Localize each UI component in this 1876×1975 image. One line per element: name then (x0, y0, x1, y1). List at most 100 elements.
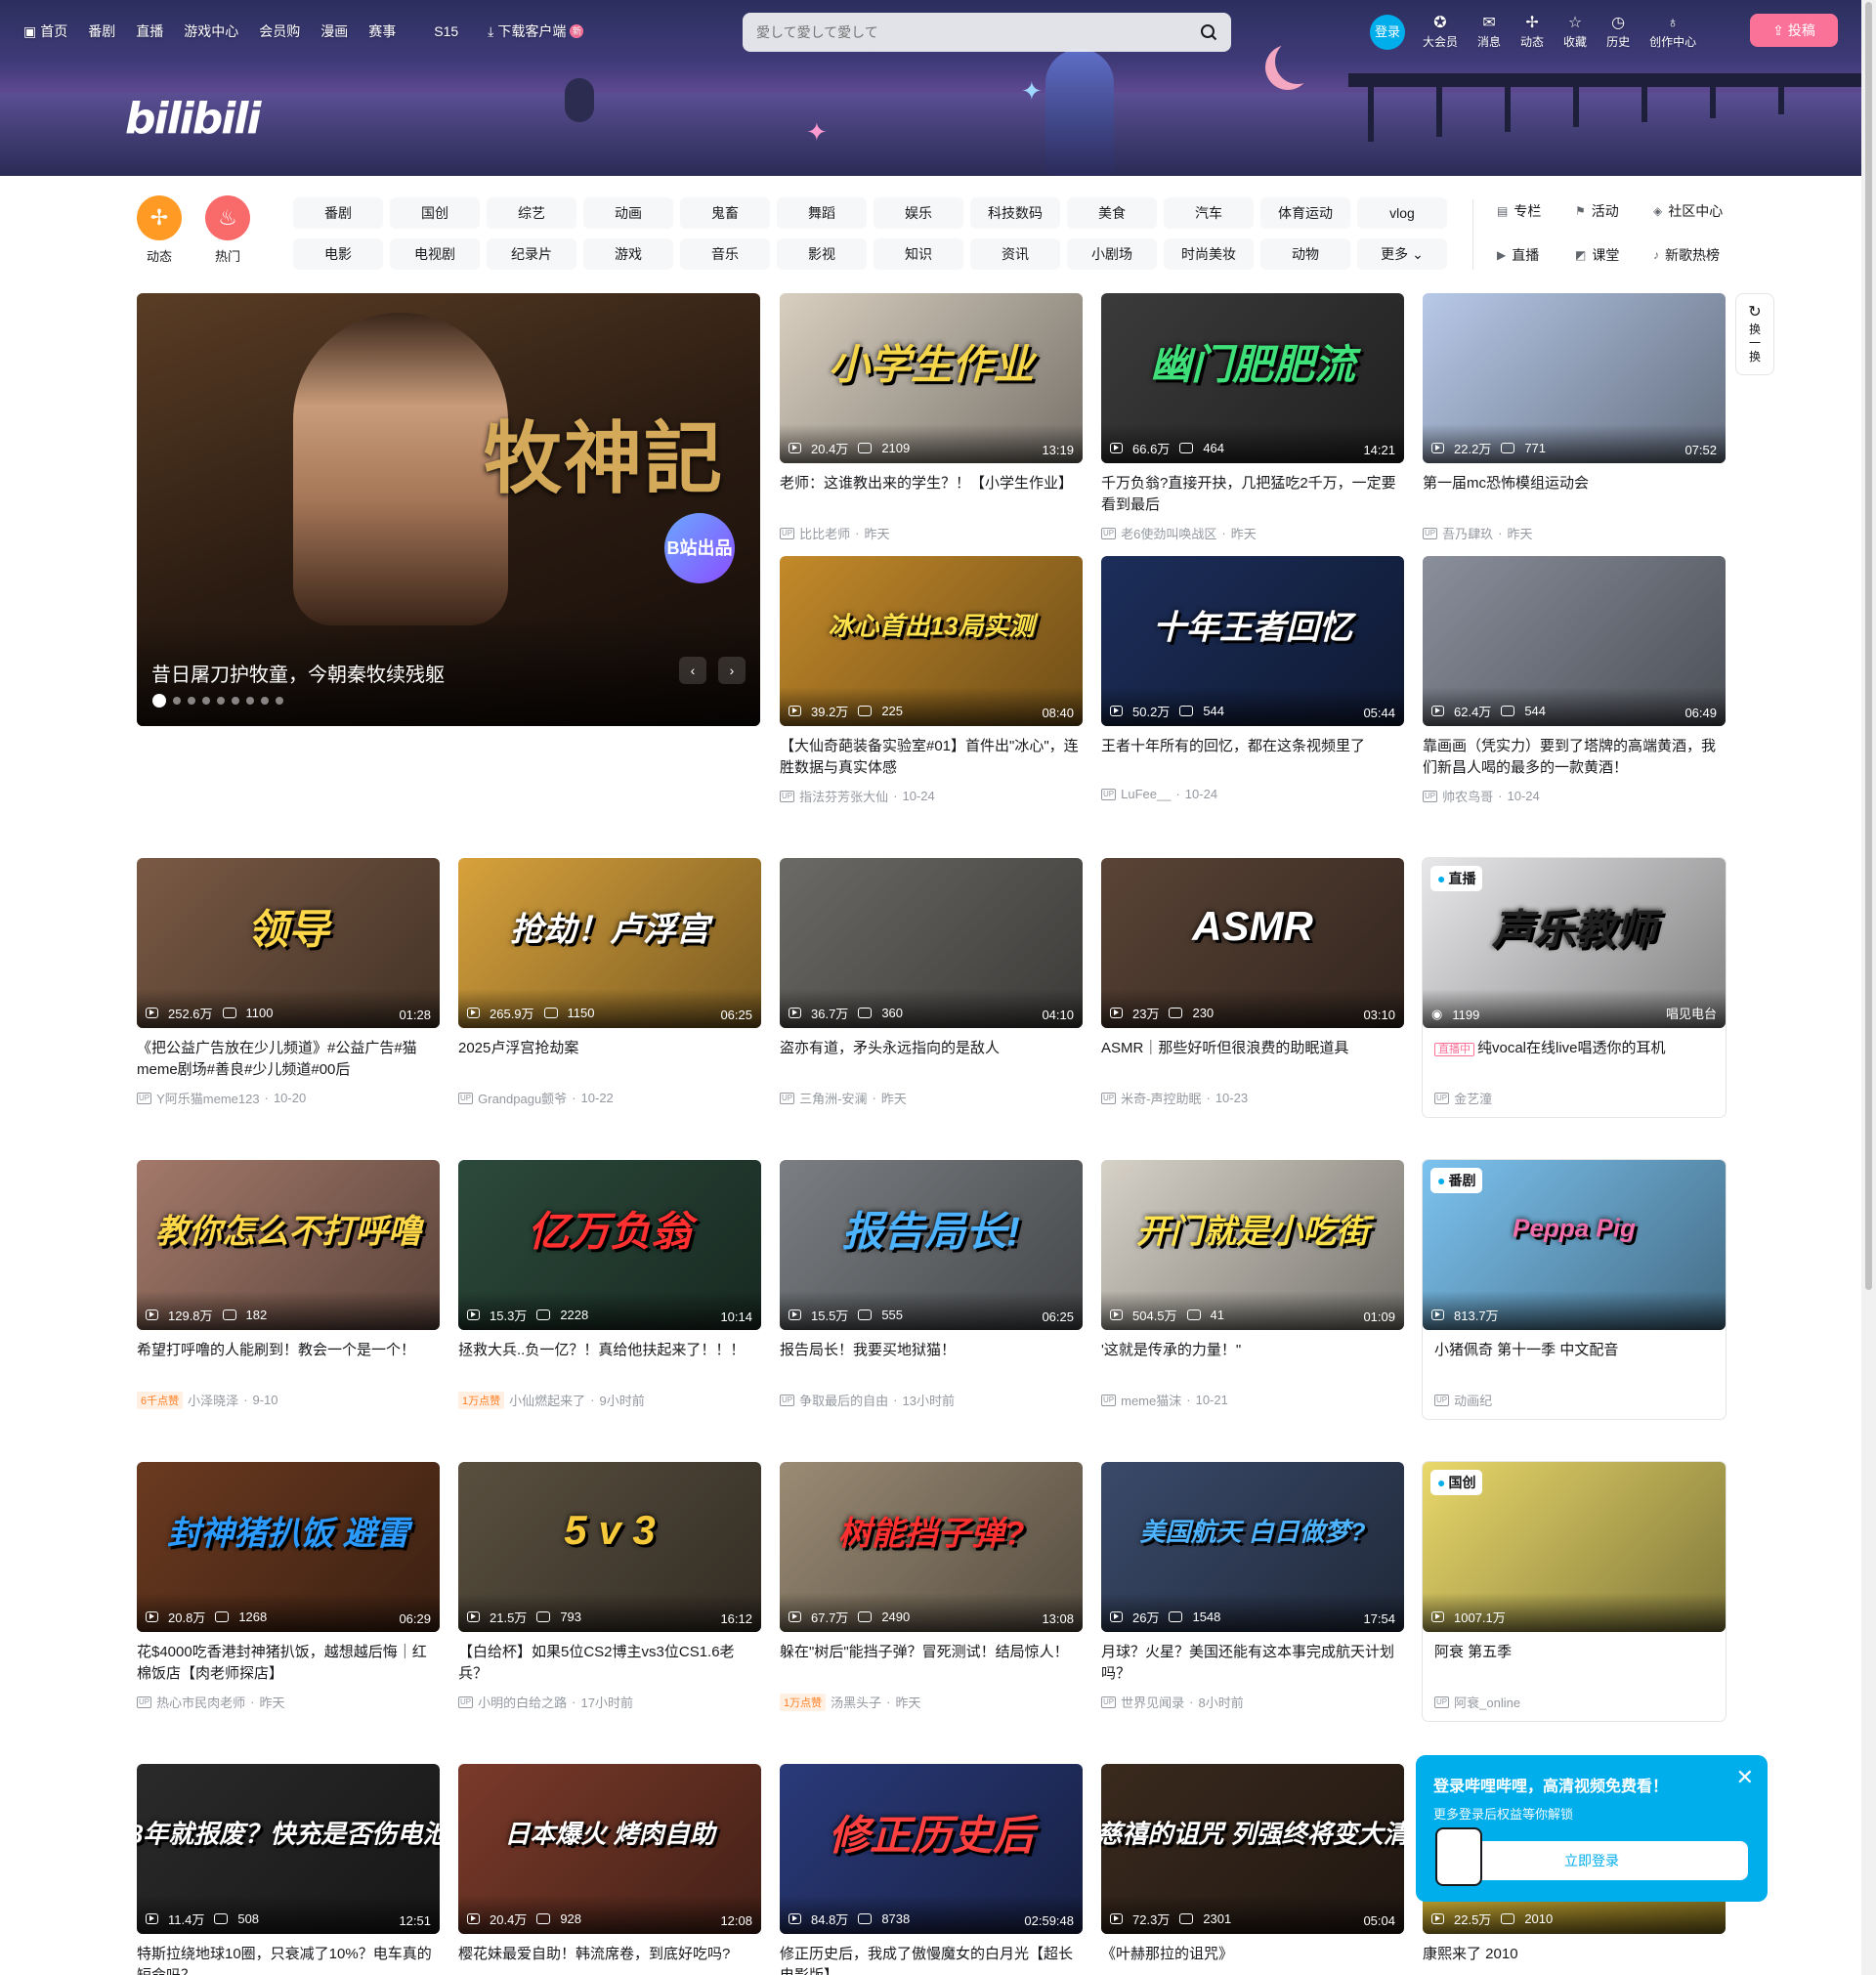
video-card[interactable]: 62.4万 544 06:49 靠画画（凭实力）要到了塔牌的高端黄酒，我们新昌人喝的最… (1423, 556, 1726, 805)
video-thumbnail[interactable]: 62.4万 544 06:49 (1423, 556, 1726, 726)
nav-match[interactable]: 赛事 (368, 21, 396, 41)
video-title[interactable]: 花$4000吃香港封神猪扒饭，越想越后悔｜红棉饭店【肉老师探店】 (137, 1642, 440, 1685)
nav-mall[interactable]: 会员购 (259, 21, 300, 41)
nav-game-center[interactable]: 游戏中心 (184, 21, 238, 41)
video-title[interactable]: 王者十年所有的回忆，都在这条视频里了 (1101, 736, 1404, 779)
hero-carousel[interactable]: 牧神記 B站出品 昔日屠刀护牧童，今朝秦牧续残躯 ‹ › (137, 293, 760, 726)
video-card[interactable]: 冰心首出13局实测 39.2万 225 08:40 【大仙奇葩装备实验室#01】首件出"… (780, 556, 1083, 805)
video-author[interactable]: 热心市民肉老师 (156, 1693, 245, 1711)
video-thumbnail[interactable]: 慈禧的诅咒 列强终将变大清 72.3万 2301 05:04 (1101, 1764, 1404, 1934)
video-thumbnail[interactable]: ● 国创 1007.1万 (1423, 1462, 1726, 1632)
bilibili-logo[interactable]: bilibili (125, 94, 261, 144)
video-card[interactable]: 教你怎么不打呼噜 129.8万 182 希望打呼噜的人能刷到！教会一个是一个！ 6千点赞… (137, 1160, 440, 1409)
video-title[interactable]: ASMR｜那些好听但很浪费的助眠道具 (1101, 1038, 1404, 1081)
video-thumbnail[interactable]: 报告局长! 15.5万 555 06:25 (780, 1160, 1083, 1330)
video-card[interactable]: ● 国创 1007.1万 阿衰 第五季 UP 阿衰_online (1423, 1462, 1726, 1721)
nav-history[interactable]: ◷ 历史 (1606, 14, 1630, 50)
nav-bangumi[interactable]: 番剧 (88, 21, 115, 41)
channel-chip[interactable]: 体育运动 (1260, 197, 1350, 229)
video-thumbnail[interactable]: 声乐教师 ● 直播 ◉ 1199 唱见电台 (1423, 858, 1726, 1028)
video-card[interactable]: 声乐教师 ● 直播 ◉ 1199 唱见电台 直播中 纯vocal在线live唱透你的耳机 UP 金… (1423, 858, 1726, 1117)
nav-manga[interactable]: 漫画 (320, 21, 348, 41)
video-title[interactable]: 小猪佩奇 第十一季 中文配音 (1434, 1340, 1726, 1383)
video-thumbnail[interactable]: 修正历史后 84.8万 8738 02:59:48 (780, 1764, 1083, 1934)
upload-button[interactable]: ⇪ 投稿 (1750, 14, 1838, 47)
video-card[interactable]: 36.7万 360 04:10 盗亦有道，矛头永远指向的是敌人 UP 三角洲-安澜 · 昨天 (780, 858, 1083, 1107)
login-now-button[interactable]: 立即登录 (1435, 1841, 1748, 1880)
video-card[interactable]: 开门就是小吃街 504.5万 41 01:09 '这就是传承的力量！" UP meme猫沫 ·… (1101, 1160, 1404, 1409)
channel-chip[interactable]: 资讯 (970, 238, 1060, 270)
carousel-dot[interactable] (246, 697, 254, 705)
search-input[interactable] (756, 24, 1167, 40)
video-author[interactable]: Grandpagu颤爷 (478, 1089, 567, 1107)
video-title[interactable]: 盗亦有道，矛头永远指向的是敌人 (780, 1038, 1083, 1081)
video-title[interactable]: 【大仙奇葩装备实验室#01】首件出"冰心"，连胜数据与真实体感 (780, 736, 1083, 779)
channel-chip[interactable]: 番剧 (293, 197, 383, 229)
search-icon[interactable] (1200, 23, 1217, 41)
channel-chip[interactable]: 影视 (777, 238, 867, 270)
channel-chip[interactable]: 汽车 (1164, 197, 1254, 229)
video-title[interactable]: 老师：这谁教出来的学生？！【小学生作业】 (780, 473, 1083, 516)
nav-live[interactable]: 直播 (136, 21, 163, 41)
channel-dynamic[interactable]: ✢ 动态 (137, 195, 182, 265)
video-author[interactable]: 指法芬芳张大仙 (799, 787, 888, 805)
video-thumbnail[interactable]: ASMR 23万 230 03:10 (1101, 858, 1404, 1028)
video-title[interactable]: 《叶赫那拉的诅咒》 (1101, 1944, 1404, 1975)
nav-message[interactable]: ✉ 消息 (1477, 14, 1501, 50)
video-thumbnail[interactable]: Peppa Pig ● 番剧 813.7万 (1423, 1160, 1726, 1330)
video-title[interactable]: 靠画画（凭实力）要到了塔牌的高端黄酒，我们新昌人喝的最多的一款黄酒！ (1423, 736, 1726, 779)
video-thumbnail[interactable]: 树能挡子弹? 67.7万 2490 13:08 (780, 1462, 1083, 1632)
carousel-title[interactable]: 昔日屠刀护牧童，今朝秦牧续残躯 (151, 659, 445, 687)
video-title[interactable]: 修正历史后，我成了傲慢魔女的白月光【超长电影版】 (780, 1944, 1083, 1975)
carousel-dot[interactable] (202, 697, 210, 705)
video-title[interactable]: 月球？火星？美国还能有这本事完成航天计划吗？ (1101, 1642, 1404, 1685)
video-title[interactable]: 【白给杯】如果5位CS2博主vs3位CS1.6老兵？ (458, 1642, 761, 1685)
nav-home[interactable]: ▣ 首页 (23, 21, 67, 41)
video-card[interactable]: 领导 252.6万 1100 01:28 《把公益广告放在少儿频道》#公益广告#猫mem… (137, 858, 440, 1107)
video-title[interactable]: 2025卢浮宫抢劫案 (458, 1038, 761, 1081)
video-author[interactable]: 老6使劲叫唤战区 (1121, 524, 1216, 542)
nav-download[interactable]: ⤓ 下载客户端新 (488, 21, 584, 41)
video-thumbnail[interactable]: 亿万负翁 15.3万 2228 10:14 (458, 1160, 761, 1330)
video-thumbnail[interactable]: 日本爆火 烤肉自助 20.4万 928 12:08 (458, 1764, 761, 1934)
video-title[interactable]: 康熙来了 2010 (1423, 1944, 1726, 1975)
video-thumbnail[interactable]: 开门就是小吃街 504.5万 41 01:09 (1101, 1160, 1404, 1330)
channel-chip[interactable]: 游戏 (583, 238, 673, 270)
channel-chip[interactable]: 美食 (1067, 197, 1157, 229)
video-title[interactable]: 阿衰 第五季 (1434, 1642, 1726, 1685)
carousel-dot[interactable] (232, 697, 239, 705)
video-title[interactable]: 《把公益广告放在少儿频道》#公益广告#猫meme剧场#善良#少儿频道#00后 (137, 1038, 440, 1081)
video-thumbnail[interactable]: 开8年就报废？快充是否伤电池？ 11.4万 508 12:51 (137, 1764, 440, 1934)
carousel-prev-icon[interactable]: ‹ (679, 657, 706, 684)
video-card[interactable]: 报告局长! 15.5万 555 06:25 报告局长！我要买地狱猫！ UP 争取最后的自由 ·… (780, 1160, 1083, 1409)
video-author[interactable]: LuFee__ (1121, 787, 1171, 801)
video-title[interactable]: 第一届mc恐怖模组运动会 (1423, 473, 1726, 516)
video-thumbnail[interactable]: 美国航天 白日做梦? 26万 1548 17:54 (1101, 1462, 1404, 1632)
link-community[interactable]: ◈ 社区中心 (1653, 199, 1751, 223)
video-author[interactable]: 金艺潼 (1454, 1089, 1492, 1107)
video-card[interactable]: 抢劫！卢浮宫 265.9万 1150 06:25 2025卢浮宫抢劫案 UP Grandpa… (458, 858, 761, 1107)
link-column[interactable]: ▤ 专栏 (1497, 199, 1575, 223)
channel-chip[interactable]: 电影 (293, 238, 383, 270)
nav-s15[interactable]: S15 (434, 23, 458, 39)
link-classroom[interactable]: ◩ 课堂 (1575, 243, 1653, 267)
video-author[interactable]: 争取最后的自由 (799, 1391, 888, 1409)
video-author[interactable]: 帅农鸟哥 (1442, 787, 1493, 805)
scrollbar[interactable] (1861, 0, 1876, 1975)
carousel-dot[interactable] (276, 697, 283, 705)
channel-chip[interactable]: 鬼畜 (680, 197, 770, 229)
channel-chip[interactable]: 动物 (1260, 238, 1350, 270)
nav-favorites[interactable]: ☆ 收藏 (1563, 14, 1587, 50)
channel-chip[interactable]: 舞蹈 (777, 197, 867, 229)
video-thumbnail[interactable]: 抢劫！卢浮宫 265.9万 1150 06:25 (458, 858, 761, 1028)
channel-chip[interactable]: 电视剧 (390, 238, 480, 270)
video-card[interactable]: ASMR 23万 230 03:10 ASMR｜那些好听但很浪费的助眠道具 UP 米奇-声控… (1101, 858, 1404, 1107)
video-thumbnail[interactable]: 封神猪扒饭 避雷 20.8万 1268 06:29 (137, 1462, 440, 1632)
carousel-next-icon[interactable]: › (718, 657, 746, 684)
nav-dynamic[interactable]: ✢ 动态 (1520, 14, 1544, 50)
video-thumbnail[interactable]: 小学生作业 20.4万 2109 13:19 (780, 293, 1083, 463)
video-author[interactable]: 吾乃肆玖 (1442, 524, 1493, 542)
channel-chip[interactable]: 音乐 (680, 238, 770, 270)
carousel-dot[interactable] (173, 697, 181, 705)
close-icon[interactable]: ✕ (1736, 1765, 1754, 1790)
